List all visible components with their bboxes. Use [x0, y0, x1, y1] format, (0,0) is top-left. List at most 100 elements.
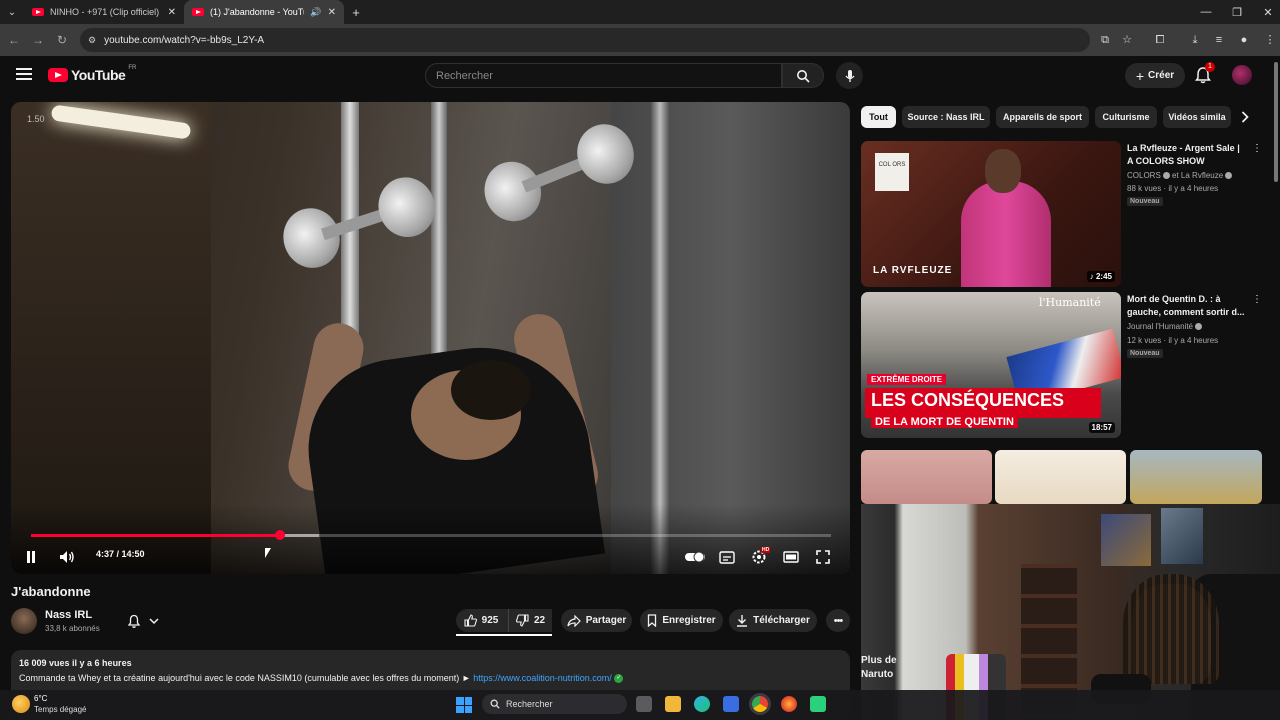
site-info-icon[interactable]: ⚙ — [88, 35, 96, 46]
recommendation-thumbnail[interactable]: COL ORS LA RVFLEUZE ♪ 2:45 — [861, 141, 1121, 287]
close-tab-icon[interactable]: ✕ — [328, 7, 336, 18]
new-tab-icon[interactable]: + — [344, 5, 368, 20]
more-vertical-icon[interactable]: ⋮ — [1252, 143, 1262, 154]
firefox-icon[interactable] — [781, 696, 797, 712]
file-explorer-icon[interactable] — [665, 696, 681, 712]
chip-culturisme[interactable]: Culturisme — [1095, 106, 1157, 128]
more-vertical-icon[interactable]: ⋮ — [1252, 294, 1262, 305]
short-thumbnail[interactable] — [1130, 450, 1262, 504]
video-player[interactable]: 1.50 4:37 / 14:50 HD — [11, 102, 850, 574]
windows-start-icon[interactable] — [456, 697, 472, 713]
humanite-logo: l'Humanité — [1039, 296, 1101, 309]
chip-source[interactable]: Source : Nass IRL — [902, 106, 990, 128]
thumbnail-tag: EXTRÊME DROITE — [867, 374, 947, 385]
theater-mode-button[interactable] — [779, 547, 803, 567]
pause-button[interactable] — [19, 547, 43, 567]
settings-button[interactable]: HD — [747, 547, 771, 567]
dislike-button[interactable]: 22 — [508, 609, 552, 632]
microphone-icon — [844, 69, 855, 82]
more-actions-button[interactable]: ••• — [826, 609, 850, 632]
download-icon[interactable]: ⤓ — [1187, 32, 1203, 48]
volume-button[interactable] — [55, 547, 79, 567]
video-duration: ♪ 2:45 — [1086, 271, 1115, 282]
app-icon[interactable] — [810, 696, 826, 712]
install-icon[interactable]: ⧉ — [1097, 32, 1113, 48]
search-button[interactable] — [782, 63, 824, 88]
fullscreen-button[interactable] — [811, 547, 835, 567]
shorts-section-label[interactable]: Plus de Naruto — [861, 654, 897, 682]
dislike-count: 22 — [533, 615, 546, 626]
channel-name[interactable]: Nass IRL — [45, 609, 92, 621]
recommendation-title[interactable]: Mort de Quentin D. : à gauche, comment s… — [1127, 293, 1247, 319]
search-icon — [797, 69, 810, 83]
minimize-icon[interactable]: — — [1190, 0, 1222, 24]
browser-tab-jabandonne[interactable]: (1) J'abandonne - YouTube 🔊 ✕ — [184, 0, 344, 24]
download-button[interactable]: Télécharger — [729, 609, 817, 632]
search-icon — [490, 699, 500, 709]
create-button[interactable]: + Créer — [1125, 63, 1185, 88]
check-icon: ✓ — [614, 674, 624, 684]
share-button[interactable]: Partager — [561, 609, 632, 632]
progress-bar[interactable] — [31, 530, 831, 540]
store-icon[interactable] — [723, 696, 739, 712]
progress-scrubber-handle[interactable] — [274, 530, 285, 540]
menu-kebab-icon[interactable]: ⋮ — [1262, 32, 1278, 48]
save-button[interactable]: Enregistrer — [640, 609, 723, 632]
chip-appareils[interactable]: Appareils de sport — [996, 106, 1089, 128]
browser-tab-bar: ⌄ NINHO - +971 (Clip officiel) - Y ✕ (1)… — [0, 0, 1280, 24]
browser-tab-ninho[interactable]: NINHO - +971 (Clip officiel) - Y ✕ — [24, 0, 184, 24]
page-scrollbar[interactable] — [1274, 62, 1278, 182]
search-input[interactable]: Rechercher — [425, 63, 782, 88]
reload-icon[interactable]: ↻ — [50, 33, 74, 47]
taskbar-search[interactable]: Rechercher — [482, 694, 627, 714]
close-tab-icon[interactable]: ✕ — [168, 7, 176, 18]
forward-icon[interactable]: → — [26, 33, 50, 47]
address-bar[interactable]: ⚙ youtube.com/watch?v=-bb9s_L2Y-A — [80, 28, 1090, 52]
download-icon — [737, 615, 748, 627]
restore-icon[interactable]: ❐ — [1221, 0, 1253, 24]
chip-videos-similaires[interactable]: Vidéos simila — [1163, 106, 1231, 128]
recommendation-channel[interactable]: COLORS et La Rvfleuze — [1127, 171, 1233, 180]
new-badge: Nouveau — [1127, 349, 1163, 358]
verified-icon — [1162, 172, 1170, 180]
recommendation-title[interactable]: La Rvfleuze - Argent Sale | A COLORS SHO… — [1127, 142, 1247, 168]
tab-search-chevron-icon[interactable]: ⌄ — [0, 0, 24, 24]
webcam-overlay — [861, 504, 1280, 720]
hamburger-menu-icon[interactable] — [16, 68, 32, 80]
tab-title: (1) J'abandonne - YouTube — [210, 7, 304, 17]
verified-icon — [1225, 172, 1233, 180]
chevron-down-icon — [149, 617, 159, 624]
weather-sun-icon[interactable] — [12, 695, 30, 713]
youtube-favicon-icon — [32, 8, 44, 16]
youtube-play-icon — [48, 68, 68, 82]
description-link[interactable]: https://www.coalition-nutrition.com/ — [473, 673, 612, 683]
chip-tout[interactable]: Tout — [861, 106, 896, 128]
edge-icon[interactable] — [694, 696, 710, 712]
channel-avatar[interactable] — [11, 608, 37, 634]
subscription-bell-button[interactable] — [118, 610, 168, 632]
media-icon[interactable]: ≡ — [1211, 32, 1227, 48]
description-text: Commande ta Whey et ta créatine aujourd'… — [19, 673, 624, 684]
recommendation-thumbnail[interactable]: l'Humanité EXTRÊME DROITE LES CONSÉQUENC… — [861, 292, 1121, 438]
youtube-logo[interactable]: YouTube FR — [48, 65, 136, 83]
subtitles-button[interactable] — [715, 547, 739, 567]
profile-icon[interactable]: ● — [1236, 32, 1252, 48]
account-avatar[interactable] — [1232, 65, 1252, 85]
bookmark-star-icon[interactable]: ☆ — [1119, 32, 1135, 48]
playback-speed-badge: 1.50 — [27, 114, 45, 124]
recommendation-channel[interactable]: Journal l'Humanité — [1127, 322, 1203, 331]
extensions-icon[interactable]: ⧠ — [1152, 32, 1168, 48]
chevron-right-icon[interactable] — [1236, 108, 1254, 126]
weather-description: Temps dégagé — [34, 705, 87, 714]
voice-search-button[interactable] — [836, 62, 863, 89]
short-thumbnail[interactable] — [861, 450, 992, 504]
back-icon[interactable]: ← — [2, 33, 26, 47]
tab-audio-icon[interactable]: 🔊 — [310, 7, 321, 18]
autoplay-toggle[interactable] — [683, 547, 707, 567]
short-thumbnail[interactable] — [995, 450, 1126, 504]
video-duration: 18:57 — [1088, 422, 1115, 433]
close-window-icon[interactable]: ✕ — [1252, 0, 1280, 24]
chrome-icon[interactable] — [752, 696, 768, 712]
task-view-icon[interactable] — [636, 696, 652, 712]
verified-icon — [1195, 323, 1203, 331]
